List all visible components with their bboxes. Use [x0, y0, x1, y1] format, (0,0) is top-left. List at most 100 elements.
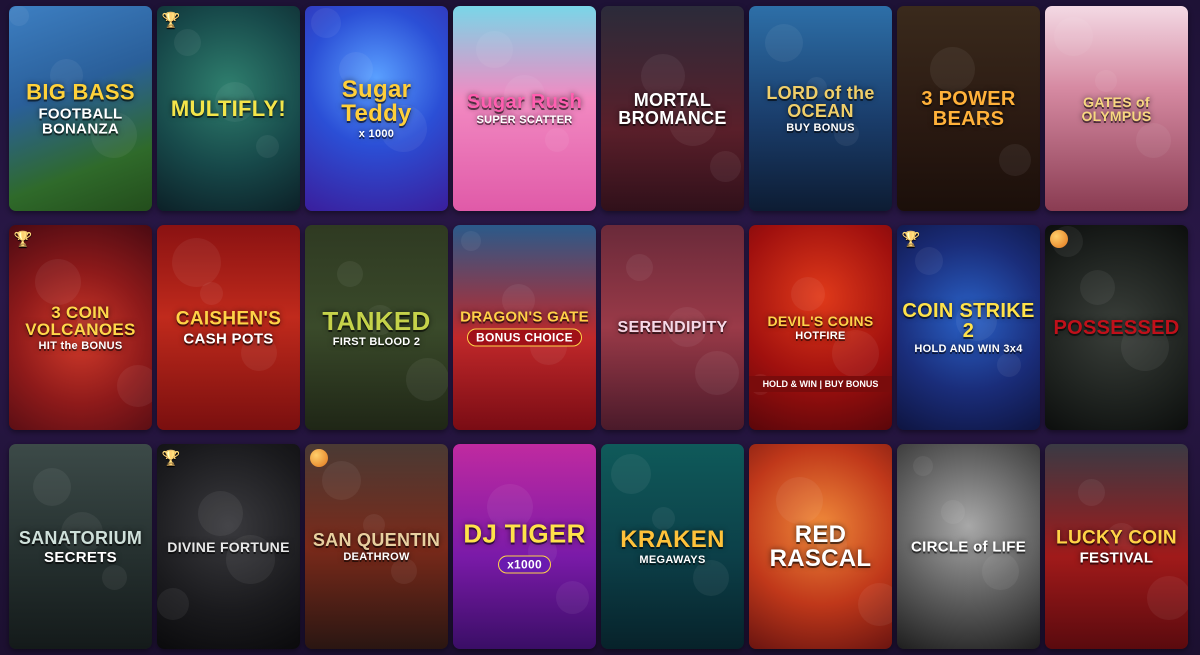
- game-title-text: SAN QUENTIN: [312, 529, 441, 550]
- decor-glow: [941, 500, 965, 524]
- game-subtitle: BONUS CHOICE: [467, 328, 582, 346]
- game-title-text: MORTAL BROMANCE: [618, 89, 727, 128]
- game-subtitle: HOLD AND WIN 3x4: [914, 342, 1023, 355]
- game-title: RED RASCAL: [753, 520, 888, 572]
- game-tile-sugar-rush[interactable]: Sugar Rush SUPER SCATTER: [453, 6, 596, 211]
- game-subtitle: HIT the BONUS: [38, 339, 123, 352]
- decor-glow: [33, 468, 71, 506]
- decor-glow: [545, 128, 569, 152]
- game-title: Sugar Rush SUPER SCATTER: [457, 92, 592, 126]
- decor-glow: [791, 277, 825, 311]
- game-subtitle: MEGAWAYS: [639, 553, 706, 566]
- game-subtitle: DEATHROW: [343, 550, 410, 563]
- game-tile-mortal-bromance[interactable]: MORTAL BROMANCE: [601, 6, 744, 211]
- game-tile-devils-coins[interactable]: DEVIL'S COINS HOTFIRE HOLD & WIN | BUY BON…: [749, 225, 892, 430]
- game-title: DEVIL'S COINS HOTFIRE: [753, 314, 888, 342]
- game-tile-release-the-kraken[interactable]: KRAKEN MEGAWAYS: [601, 444, 744, 649]
- game-subtitle: HOTFIRE: [795, 329, 846, 342]
- game-subtitle: BUY BONUS: [786, 121, 855, 134]
- game-tile-dj-tiger[interactable]: DJ TIGER x1000: [453, 444, 596, 649]
- decor-glow: [1078, 479, 1105, 506]
- decor-glow: [695, 351, 739, 395]
- game-title: DIVINE FORTUNE: [161, 540, 296, 554]
- decor-glow: [256, 135, 279, 158]
- trophy-icon: 🏆: [13, 231, 33, 248]
- game-tile-gates-of-olympus[interactable]: GATES of OLYMPUS: [1045, 6, 1188, 211]
- decor-glow: [9, 6, 29, 26]
- decor-glow: [35, 259, 81, 305]
- game-tile-red-rascal[interactable]: RED RASCAL: [749, 444, 892, 649]
- game-subtitle: FIRST BLOOD 2: [332, 335, 421, 348]
- game-tile-san-quentin[interactable]: SAN QUENTIN DEATHROW: [305, 444, 448, 649]
- game-title: LUCKY COIN FESTIVAL: [1049, 528, 1184, 565]
- game-title: SERENDIPITY: [605, 318, 740, 336]
- game-tile-sanatorium-secrets[interactable]: SANATORIUM SECRETS: [9, 444, 152, 649]
- game-title-text: COIN STRIKE 2: [902, 299, 1035, 342]
- game-subtitle: SECRETS: [44, 548, 117, 566]
- game-title-text: MULTIFLY!: [170, 95, 287, 121]
- decor-glow: [626, 254, 653, 281]
- game-tile-caishens-cash-pots[interactable]: CAISHEN'S CASH POTS: [157, 225, 300, 430]
- game-tile-lucky-coin-festival[interactable]: LUCKY COIN FESTIVAL: [1045, 444, 1188, 649]
- game-title-text: KRAKEN: [620, 525, 725, 553]
- game-title-text: DEVIL'S COINS: [767, 312, 874, 329]
- game-title-text: GATES of OLYMPUS: [1081, 93, 1152, 124]
- decor-glow: [311, 8, 341, 38]
- game-title-text: BIG BASS: [26, 79, 135, 104]
- game-subtitle: FOOTBALL BONANZA: [38, 105, 123, 137]
- game-tile-3-power-bears[interactable]: 3 POWER BEARS: [897, 6, 1040, 211]
- game-tile-lord-of-the-ocean[interactable]: LORD of the OCEAN BUY BONUS: [749, 6, 892, 211]
- decor-glow: [1136, 123, 1171, 158]
- game-title: CAISHEN'S CASH POTS: [161, 309, 296, 346]
- trophy-icon: 🏆: [901, 231, 921, 248]
- decor-glow: [337, 261, 363, 287]
- feature-strip: HOLD & WIN | BUY BONUS: [749, 376, 892, 392]
- decor-glow: [913, 456, 933, 476]
- decor-glow: [1054, 17, 1093, 56]
- decor-glow: [999, 144, 1031, 176]
- decor-glow: [461, 231, 481, 251]
- decor-glow: [157, 588, 189, 620]
- game-title: 3 COIN VOLCANOES HIT the BONUS: [13, 304, 148, 352]
- game-title: DRAGON'S GATE BONUS CHOICE: [457, 309, 592, 346]
- game-tile-sugar-teddy[interactable]: Sugar Teddy x 1000: [305, 6, 448, 211]
- game-title-text: LUCKY COIN: [1056, 527, 1177, 548]
- game-title-text: RED RASCAL: [769, 520, 872, 572]
- game-tile-divine-fortune[interactable]: 🏆 DIVINE FORTUNE: [157, 444, 300, 649]
- decor-glow: [476, 31, 513, 68]
- game-title-text: 3 COIN VOLCANOES: [25, 302, 136, 339]
- game-tile-dragons-gate[interactable]: DRAGON'S GATE BONUS CHOICE: [453, 225, 596, 430]
- hot-icon: [1050, 230, 1068, 248]
- decor-glow: [765, 24, 803, 62]
- decor-glow: [930, 47, 975, 92]
- game-tile-coin-strike-2[interactable]: 🏆 COIN STRIKE 2 HOLD AND WIN 3x4: [897, 225, 1040, 430]
- decor-glow: [117, 365, 152, 407]
- game-tile-serendipity[interactable]: SERENDIPITY: [601, 225, 744, 430]
- decor-glow: [172, 238, 221, 287]
- decor-glow: [710, 151, 741, 182]
- game-tile-circle-of-life[interactable]: CIRCLE of LIFE: [897, 444, 1040, 649]
- game-title: TANKED FIRST BLOOD 2: [309, 308, 444, 348]
- game-title: CIRCLE of LIFE: [901, 539, 1036, 554]
- game-tile-3-coin-volcanoes[interactable]: 🏆 3 COIN VOLCANOES HIT the BONUS: [9, 225, 152, 430]
- game-title: DJ TIGER x1000: [457, 520, 592, 573]
- game-tile-possessed[interactable]: POSSESSED: [1045, 225, 1188, 430]
- game-title: MULTIFLY!: [161, 95, 296, 121]
- game-tile-multifly[interactable]: 🏆 MULTIFLY!: [157, 6, 300, 211]
- game-tile-tanked[interactable]: TANKED FIRST BLOOD 2: [305, 225, 448, 430]
- game-grid: BIG BASS FOOTBALL BONANZA 🏆 MULTIFLY! Sugar …: [9, 6, 1188, 649]
- decor-glow: [611, 454, 651, 494]
- decor-glow: [322, 461, 361, 500]
- game-tile-big-bass-football[interactable]: BIG BASS FOOTBALL BONANZA: [9, 6, 152, 211]
- game-title-text: TANKED: [322, 305, 431, 336]
- decor-glow: [198, 491, 243, 536]
- game-subtitle: CASH POTS: [183, 330, 274, 347]
- decor-glow: [174, 29, 201, 56]
- game-title-text: LORD of the OCEAN: [766, 82, 875, 121]
- game-title-text: SERENDIPITY: [617, 318, 728, 336]
- hot-icon: [310, 449, 328, 467]
- game-subtitle: x1000: [498, 555, 551, 573]
- game-title: MORTAL BROMANCE: [605, 91, 740, 127]
- game-title: COIN STRIKE 2 HOLD AND WIN 3x4: [901, 301, 1036, 355]
- decor-glow: [1147, 576, 1188, 620]
